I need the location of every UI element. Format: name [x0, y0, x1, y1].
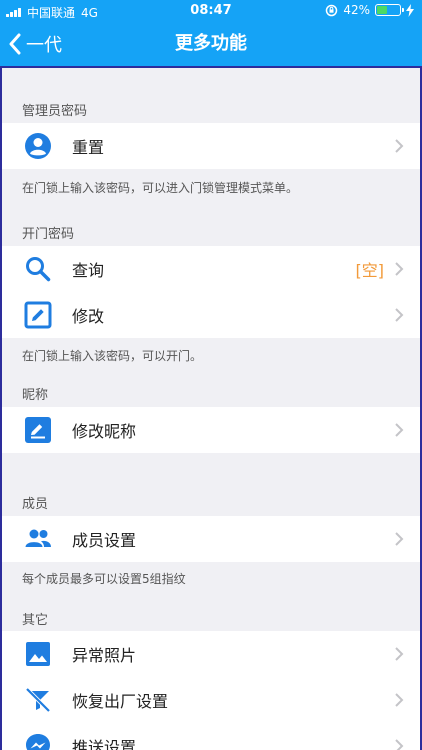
group-icon: [25, 529, 51, 547]
nav-bar: 一代 更多功能: [0, 22, 422, 66]
battery-icon: [375, 4, 404, 16]
admin-reset-row[interactable]: 重置: [2, 123, 420, 169]
settings-list[interactable]: 管理员密码 重置 在门锁上输入该密码，可以进入门锁管理模式菜单。 开门密码 查询…: [0, 66, 422, 750]
page-title: 更多功能: [175, 33, 247, 54]
chevron-right-icon: [395, 532, 404, 546]
admin-note: 在门锁上输入该密码，可以进入门锁管理模式菜单。: [22, 181, 299, 195]
factory-reset-label: 恢复出厂设置: [72, 692, 169, 711]
factory-reset-row[interactable]: 恢复出厂设置: [2, 677, 420, 723]
edit-nickname-icon: [25, 417, 51, 443]
chevron-right-icon: [395, 262, 404, 276]
abnormal-photos-row[interactable]: 异常照片: [2, 631, 420, 677]
battery-percent: 42%: [343, 3, 370, 17]
status-right: 42%: [325, 3, 414, 17]
door-query-row[interactable]: 查询 [空]: [2, 246, 420, 292]
chevron-right-icon: [395, 139, 404, 153]
admin-reset-label: 重置: [72, 138, 105, 157]
nickname-modify-row[interactable]: 修改昵称: [2, 407, 420, 453]
section-header-admin: 管理员密码: [22, 104, 88, 119]
door-modify-label: 修改: [72, 307, 105, 326]
nickname-modify-label: 修改昵称: [72, 422, 137, 441]
chevron-right-icon: [395, 423, 404, 437]
section-header-nickname: 昵称: [22, 388, 49, 403]
door-note: 在门锁上输入该密码，可以开门。: [22, 349, 203, 363]
orientation-lock-icon: [326, 4, 338, 16]
section-header-members: 成员: [22, 497, 49, 512]
account-circle-icon: [25, 133, 51, 159]
door-query-label: 查询: [72, 261, 105, 280]
messenger-icon: [26, 734, 50, 750]
chevron-right-icon: [395, 693, 404, 707]
section-header-door: 开门密码: [22, 227, 75, 242]
factory-reset-icon: [25, 687, 51, 713]
chevron-right-icon: [395, 739, 404, 750]
door-modify-row[interactable]: 修改: [2, 292, 420, 338]
top-bar: 中国联通 4G 08:47 42% 一代 更多功能: [0, 0, 422, 66]
search-icon: [26, 257, 51, 282]
chevron-right-icon: [395, 647, 404, 661]
members-note: 每个成员最多可以设置5组指纹: [22, 572, 186, 586]
member-settings-label: 成员设置: [72, 531, 137, 550]
photo-icon: [26, 642, 50, 666]
edit-icon: [24, 301, 52, 329]
abnormal-photos-label: 异常照片: [72, 646, 137, 665]
push-settings-label: 推送设置: [72, 738, 137, 750]
member-settings-row[interactable]: 成员设置: [2, 516, 420, 562]
door-query-value: [空]: [355, 261, 385, 280]
section-header-other: 其它: [22, 613, 49, 628]
charging-icon: [406, 3, 414, 17]
push-settings-row[interactable]: 推送设置: [2, 723, 420, 750]
status-bar: 中国联通 4G 08:47 42%: [0, 0, 422, 22]
chevron-right-icon: [395, 308, 404, 322]
